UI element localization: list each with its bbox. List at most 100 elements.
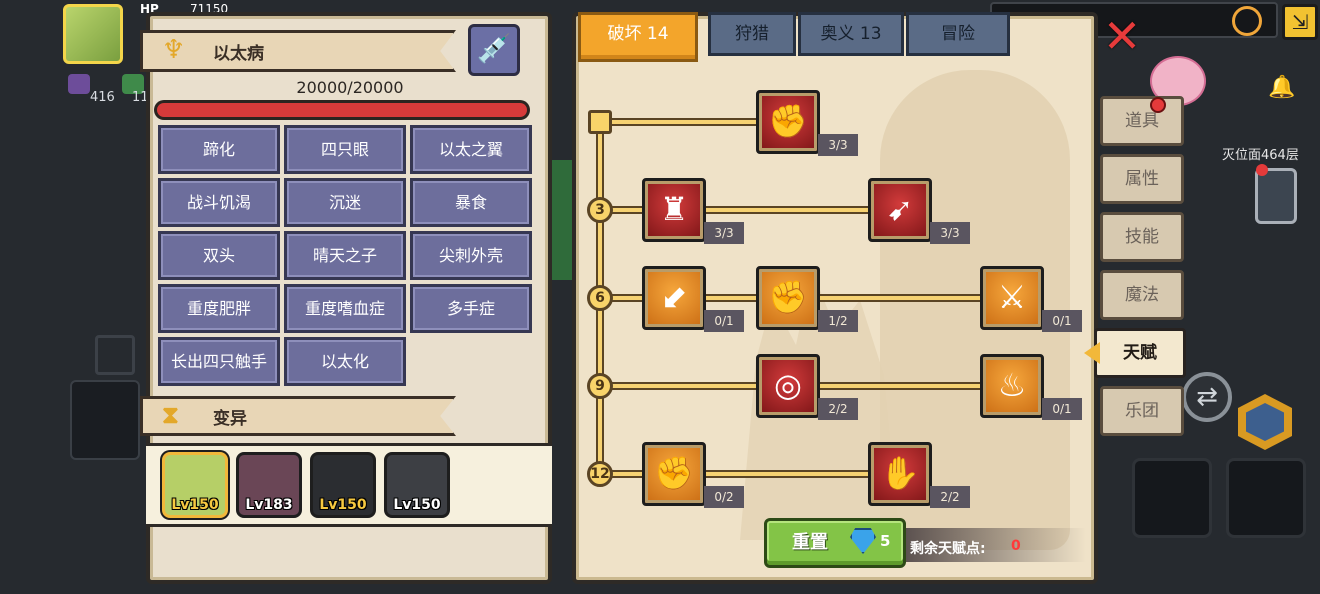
side-menu-item[interactable]: 道具 bbox=[1100, 96, 1184, 146]
talent-count: 3/3 bbox=[930, 222, 970, 244]
talent-count: 0/1 bbox=[1042, 398, 1082, 420]
pet-slot[interactable]: Lv150 bbox=[384, 452, 450, 518]
disease-title-ribbon bbox=[140, 30, 456, 72]
disease-hp-text: 20000/20000 bbox=[296, 78, 404, 97]
pet-slot[interactable]: Lv183 bbox=[236, 452, 302, 518]
talent-count: 3/3 bbox=[704, 222, 744, 244]
tab-mystic[interactable]: 奥义 13 bbox=[798, 12, 904, 56]
disease-button[interactable]: 多手症 bbox=[410, 284, 532, 333]
disease-button[interactable]: 以太之翼 bbox=[410, 125, 532, 174]
background-panel bbox=[70, 380, 140, 460]
disease-button[interactable]: 重度嗜血症 bbox=[284, 284, 406, 333]
talent-count: 2/2 bbox=[930, 486, 970, 508]
dna-icon: ⧗ bbox=[162, 401, 179, 429]
disease-button[interactable]: 战斗饥渴 bbox=[158, 178, 280, 227]
tier-level: 12 bbox=[587, 461, 613, 487]
raised-fist-icon: ✊ bbox=[654, 454, 694, 492]
tier-level: 9 bbox=[587, 373, 613, 399]
talent-arm-wrestle[interactable]: ✊ bbox=[756, 90, 820, 154]
talent-count: 3/3 bbox=[818, 134, 858, 156]
muscle-body-icon: ♜ bbox=[659, 190, 689, 228]
bow-skill-button[interactable] bbox=[1226, 458, 1306, 538]
remaining-points-label: 剩余天赋点: bbox=[910, 541, 986, 557]
disease-hp-bar bbox=[154, 100, 530, 120]
tier-level: 6 bbox=[587, 285, 613, 311]
disease-title: 以太病 bbox=[213, 44, 264, 64]
disease-button[interactable]: 晴天之子 bbox=[284, 231, 406, 280]
talent-branch bbox=[600, 118, 760, 126]
tab-hunt[interactable]: 狩猎 bbox=[708, 12, 796, 56]
target-ring-icon: ◎ bbox=[774, 366, 802, 404]
tab-destroy[interactable]: 破坏 14 bbox=[578, 12, 698, 62]
sword-skill-button[interactable] bbox=[1132, 458, 1212, 538]
mutation-title-ribbon bbox=[140, 396, 456, 436]
side-menu-item[interactable]: 技能 bbox=[1100, 212, 1184, 262]
disease-button[interactable]: 尖刺外壳 bbox=[410, 231, 532, 280]
exit-button[interactable]: ⇲ bbox=[1282, 4, 1318, 40]
talent-count: 1/2 bbox=[818, 310, 858, 332]
talent-count: 2/2 bbox=[818, 398, 858, 420]
remaining-points-value: 0 bbox=[1011, 538, 1021, 554]
flame-drop-icon: ♨ bbox=[997, 366, 1027, 404]
tier-start-marker bbox=[588, 110, 612, 134]
card-arrow-icon: ⬋ bbox=[660, 278, 688, 316]
talent-count: 0/1 bbox=[704, 310, 744, 332]
talent-blade-splash[interactable]: ⚔ bbox=[980, 266, 1044, 330]
talent-target-ring[interactable]: ◎ bbox=[756, 354, 820, 418]
globe-icon[interactable] bbox=[1232, 6, 1262, 36]
syringe-button[interactable]: 💉 bbox=[468, 24, 520, 76]
disease-button[interactable]: 重度肥胖 bbox=[158, 284, 280, 333]
blade-splash-icon: ⚔ bbox=[997, 278, 1027, 316]
talent-raised-fist[interactable]: ✊ bbox=[642, 442, 706, 506]
disease-button[interactable]: 蹄化 bbox=[158, 125, 280, 174]
disease-button[interactable]: 四只眼 bbox=[284, 125, 406, 174]
arrow-strike-icon: ➹ bbox=[886, 190, 914, 228]
background-slot bbox=[95, 335, 135, 375]
talent-flame-drop[interactable]: ♨ bbox=[980, 354, 1044, 418]
bell-icon[interactable]: 🔔 bbox=[1268, 75, 1295, 101]
tier-level: 3 bbox=[587, 197, 613, 223]
phone-icon[interactable] bbox=[1255, 168, 1297, 224]
disease-button[interactable]: 双头 bbox=[158, 231, 280, 280]
arm-wrestle-icon: ✊ bbox=[768, 102, 808, 140]
fist-punch-icon: ✊ bbox=[768, 278, 808, 316]
close-icon[interactable]: ✕ bbox=[1102, 13, 1142, 59]
side-menu-item[interactable]: 乐团 bbox=[1100, 386, 1184, 436]
gem-count: 5 bbox=[880, 532, 891, 550]
talent-fist-punch[interactable]: ✊ bbox=[756, 266, 820, 330]
talent-count: 0/1 bbox=[1042, 310, 1082, 332]
currency-icon bbox=[68, 74, 90, 94]
pet-level: Lv150 bbox=[319, 497, 367, 513]
currency-count: 416 bbox=[90, 90, 115, 105]
reset-label: 重置 bbox=[792, 532, 828, 553]
talent-arrow-strike[interactable]: ➹ bbox=[868, 178, 932, 242]
swap-icon[interactable]: ⇄ bbox=[1182, 372, 1232, 422]
talent-count: 0/2 bbox=[704, 486, 744, 508]
ether-icon: ♆ bbox=[162, 35, 186, 65]
pet-level: Lv150 bbox=[171, 497, 219, 513]
talent-muscle-body[interactable]: ♜ bbox=[642, 178, 706, 242]
floor-indicator: 灭位面464层 bbox=[1222, 148, 1299, 163]
talent-hand-wave[interactable]: ✋ bbox=[868, 442, 932, 506]
notification-dot bbox=[1150, 97, 1166, 113]
mutation-title: 变异 bbox=[213, 409, 247, 429]
pet-slot[interactable]: Lv150 bbox=[162, 452, 228, 518]
notification-dot bbox=[1256, 164, 1268, 176]
tab-adventure[interactable]: 冒险 bbox=[906, 12, 1010, 56]
side-menu-item[interactable]: 天赋 bbox=[1094, 328, 1186, 378]
talent-branch bbox=[600, 470, 872, 478]
talent-branch bbox=[600, 206, 872, 214]
disease-button[interactable]: 长出四只触手 bbox=[158, 337, 280, 386]
hand-wave-icon: ✋ bbox=[880, 454, 920, 492]
side-menu-item[interactable]: 魔法 bbox=[1100, 270, 1184, 320]
pet-level: Lv150 bbox=[393, 497, 441, 513]
disease-button[interactable]: 暴食 bbox=[410, 178, 532, 227]
talent-card-arrow[interactable]: ⬋ bbox=[642, 266, 706, 330]
disease-hp-fill bbox=[157, 103, 527, 117]
disease-button[interactable]: 沉迷 bbox=[284, 178, 406, 227]
player-avatar[interactable] bbox=[63, 4, 123, 64]
side-menu-item[interactable]: 属性 bbox=[1100, 154, 1184, 204]
pet-slot[interactable]: Lv150 bbox=[310, 452, 376, 518]
pet-level: Lv183 bbox=[245, 497, 293, 513]
disease-button[interactable]: 以太化 bbox=[284, 337, 406, 386]
